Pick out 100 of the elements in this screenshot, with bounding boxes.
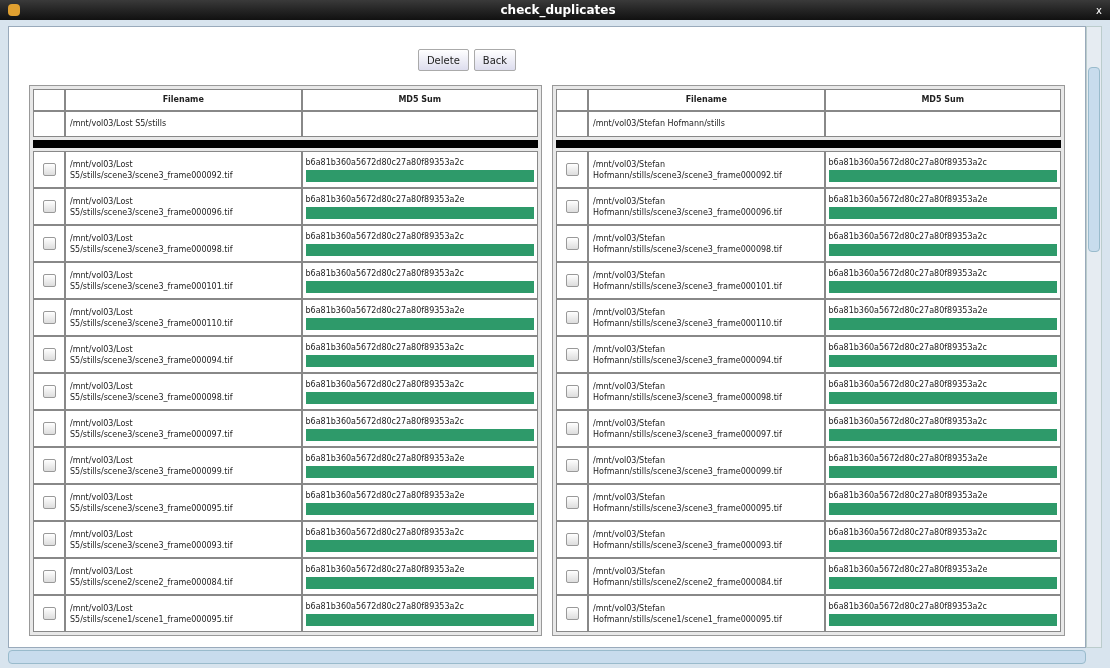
scroll-thumb[interactable] — [1088, 67, 1100, 252]
checkbox[interactable] — [42, 570, 56, 583]
checkbox[interactable] — [42, 496, 56, 509]
checkbox[interactable] — [42, 607, 56, 620]
path-text: Hofmann/stills/scene3/scene3_frame000110.tif — [593, 317, 783, 329]
md5-text: b6a81b360a5672d80c27a80f89353a2c — [828, 601, 988, 612]
vertical-scrollbar[interactable] — [1086, 26, 1102, 648]
path-text: Hofmann/stills/scene3/scene3_frame000092.tif — [593, 169, 783, 181]
checkbox[interactable] — [42, 385, 56, 398]
path-text: /mnt/vol03/Stefan — [593, 195, 667, 207]
path-text: /mnt/vol03/Lost — [70, 306, 134, 318]
checkbox[interactable] — [42, 422, 56, 435]
path-text: Hofmann/stills/scene1/scene1_frame000095.tif — [593, 613, 783, 625]
path-text: /mnt/vol03/Stefan — [593, 491, 667, 503]
path-text: S5/stills/scene3/scene3_frame000096.tif — [70, 206, 234, 218]
md5-text: b6a81b360a5672d80c27a80f89353a2c — [305, 601, 465, 612]
checkbox[interactable] — [565, 274, 579, 287]
checkbox[interactable] — [565, 311, 579, 324]
md5-text: b6a81b360a5672d80c27a80f89353a2e — [828, 194, 989, 205]
path-text: /mnt/vol03/Stefan — [593, 158, 667, 170]
checkbox[interactable] — [565, 237, 579, 250]
md5-text: b6a81b360a5672d80c27a80f89353a2c — [305, 157, 465, 168]
path-text: /mnt/vol03/Stefan — [593, 343, 667, 355]
close-button[interactable]: x — [1096, 2, 1102, 18]
checkbox[interactable] — [565, 422, 579, 435]
path-text: /mnt/vol03/Stefan — [593, 417, 667, 429]
path-text: /mnt/vol03/Lost — [70, 417, 134, 429]
path-text: /mnt/vol03/Stefan — [593, 528, 667, 540]
checkbox[interactable] — [42, 459, 56, 472]
empty-cell — [34, 90, 64, 110]
path-text: /mnt/vol03/Stefan — [593, 232, 667, 244]
md5-text: b6a81b360a5672d80c27a80f89353a2c — [305, 342, 465, 353]
checkbox[interactable] — [565, 496, 579, 509]
path-text: S5/stills/scene3/scene3_frame000092.tif — [70, 169, 234, 181]
path-text: S5/stills/scene3/scene3_frame000097.tif — [70, 428, 234, 440]
md5-text: b6a81b360a5672d80c27a80f89353a2c — [828, 379, 988, 390]
path-text: Hofmann/stills/scene3/scene3_frame000101.tif — [593, 280, 783, 292]
path-text: /mnt/vol03/Lost — [70, 232, 134, 244]
path-text: /mnt/vol03/Stefan — [593, 269, 667, 281]
md5-text: b6a81b360a5672d80c27a80f89353a2c — [305, 268, 465, 279]
window-title: check_duplicates — [499, 2, 617, 19]
empty-cell — [557, 112, 587, 136]
md5-text: b6a81b360a5672d80c27a80f89353a2e — [305, 194, 466, 205]
path-text: Hofmann/stills/scene3/scene3_frame000098.tif — [593, 391, 783, 403]
path-text: S5/stills/scene3/scene3_frame000095.tif — [70, 502, 234, 514]
path-text: /mnt/vol03/Lost — [70, 380, 134, 392]
md5-text: b6a81b360a5672d80c27a80f89353a2c — [305, 416, 465, 427]
path-text: Hofmann/stills/scene3/scene3_frame000097.tif — [593, 428, 783, 440]
horizontal-scrollbar[interactable] — [8, 650, 1086, 664]
action-button[interactable]: Delete — [417, 49, 469, 71]
path-text: Hofmann/stills/scene3/scene3_frame000099.tif — [593, 465, 783, 477]
md5-text: b6a81b360a5672d80c27a80f89353a2e — [828, 453, 989, 464]
checkbox[interactable] — [565, 200, 579, 213]
md5-text: b6a81b360a5672d80c27a80f89353a2c — [305, 379, 465, 390]
checkbox[interactable] — [565, 348, 579, 361]
path-text: S5/stills/scene2/scene2_frame000084.tif — [70, 576, 234, 588]
md5-text: b6a81b360a5672d80c27a80f89353a2c — [828, 231, 988, 242]
path-text: /mnt/vol03/Lost — [70, 158, 134, 170]
md5-text: b6a81b360a5672d80c27a80f89353a2c — [828, 157, 988, 168]
column-header: MD5 Sum — [302, 90, 537, 110]
path-text: Hofmann/stills/scene2/scene2_frame000084.tif — [593, 576, 783, 588]
checkbox[interactable] — [565, 163, 579, 176]
checkbox[interactable] — [42, 274, 56, 287]
path-text: /mnt/vol03/Lost — [70, 491, 134, 503]
path-text: /mnt/vol03/Stefan — [593, 306, 667, 318]
md5-text: b6a81b360a5672d80c27a80f89353a2e — [828, 305, 989, 316]
path-text: /mnt/vol03/Stefan — [593, 454, 667, 466]
md5-text: b6a81b360a5672d80c27a80f89353a2e — [828, 490, 989, 501]
md5-text: b6a81b360a5672d80c27a80f89353a2e — [305, 564, 466, 575]
path-text: /mnt/vol03/Lost — [70, 602, 134, 614]
checkbox[interactable] — [42, 200, 56, 213]
checkbox[interactable] — [565, 570, 579, 583]
checkbox[interactable] — [565, 533, 579, 546]
md5-text: b6a81b360a5672d80c27a80f89353a2c — [305, 231, 465, 242]
path-text: Hofmann/stills/scene3/scene3_frame000096.tif — [593, 206, 783, 218]
path-text: /mnt/vol03/Stefan — [593, 602, 667, 614]
checkbox[interactable] — [42, 311, 56, 324]
checkbox[interactable] — [42, 163, 56, 176]
empty-cell — [34, 112, 64, 136]
column-header: Filename — [66, 90, 301, 110]
empty-cell — [557, 90, 587, 110]
path-text: Hofmann/stills/scene3/scene3_frame000098.tif — [593, 243, 783, 255]
column-header: MD5 Sum — [825, 90, 1060, 110]
checkbox[interactable] — [565, 607, 579, 620]
checkbox[interactable] — [42, 237, 56, 250]
md5-text: b6a81b360a5672d80c27a80f89353a2e — [305, 453, 466, 464]
folder-cell: /mnt/vol03/Lost S5/stills — [66, 112, 301, 136]
path-text: /mnt/vol03/Lost — [70, 454, 134, 466]
checkbox[interactable] — [565, 385, 579, 398]
checkbox[interactable] — [42, 348, 56, 361]
path-text: Hofmann/stills/scene3/scene3_frame000093.tif — [593, 539, 783, 551]
checkbox[interactable] — [565, 459, 579, 472]
md5-text: b6a81b360a5672d80c27a80f89353a2c — [828, 268, 988, 279]
md5-text: b6a81b360a5672d80c27a80f89353a2e — [828, 564, 989, 575]
path-text: Hofmann/stills/scene3/scene3_frame000095.tif — [593, 502, 783, 514]
path-text: /mnt/vol03/Lost — [70, 343, 134, 355]
checkbox[interactable] — [42, 533, 56, 546]
action-button[interactable]: Back — [473, 49, 517, 71]
path-text: S5/stills/scene1/scene1_frame000095.tif — [70, 613, 234, 625]
path-text: S5/stills/scene3/scene3_frame000099.tif — [70, 465, 234, 477]
